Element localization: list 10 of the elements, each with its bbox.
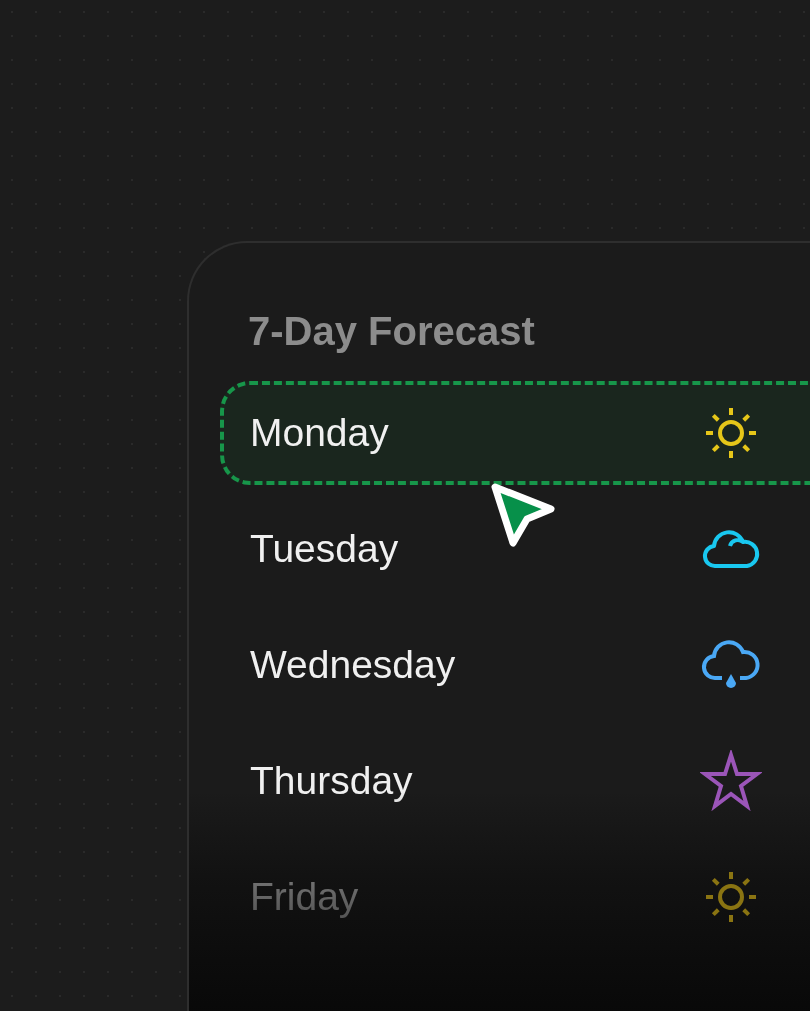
day-row[interactable]: Wednesday xyxy=(220,613,810,717)
card-title: 7-Day Forecast xyxy=(248,311,536,351)
day-name: Wednesday xyxy=(250,641,456,688)
day-name: Friday xyxy=(250,873,359,920)
day-row[interactable]: Tuesday xyxy=(220,497,810,601)
day-row[interactable]: Monday xyxy=(220,381,810,485)
day-name: Monday xyxy=(250,409,389,456)
day-name: Thursday xyxy=(250,757,413,804)
day-row[interactable]: Thursday xyxy=(220,729,810,833)
day-name: Tuesday xyxy=(250,525,399,572)
